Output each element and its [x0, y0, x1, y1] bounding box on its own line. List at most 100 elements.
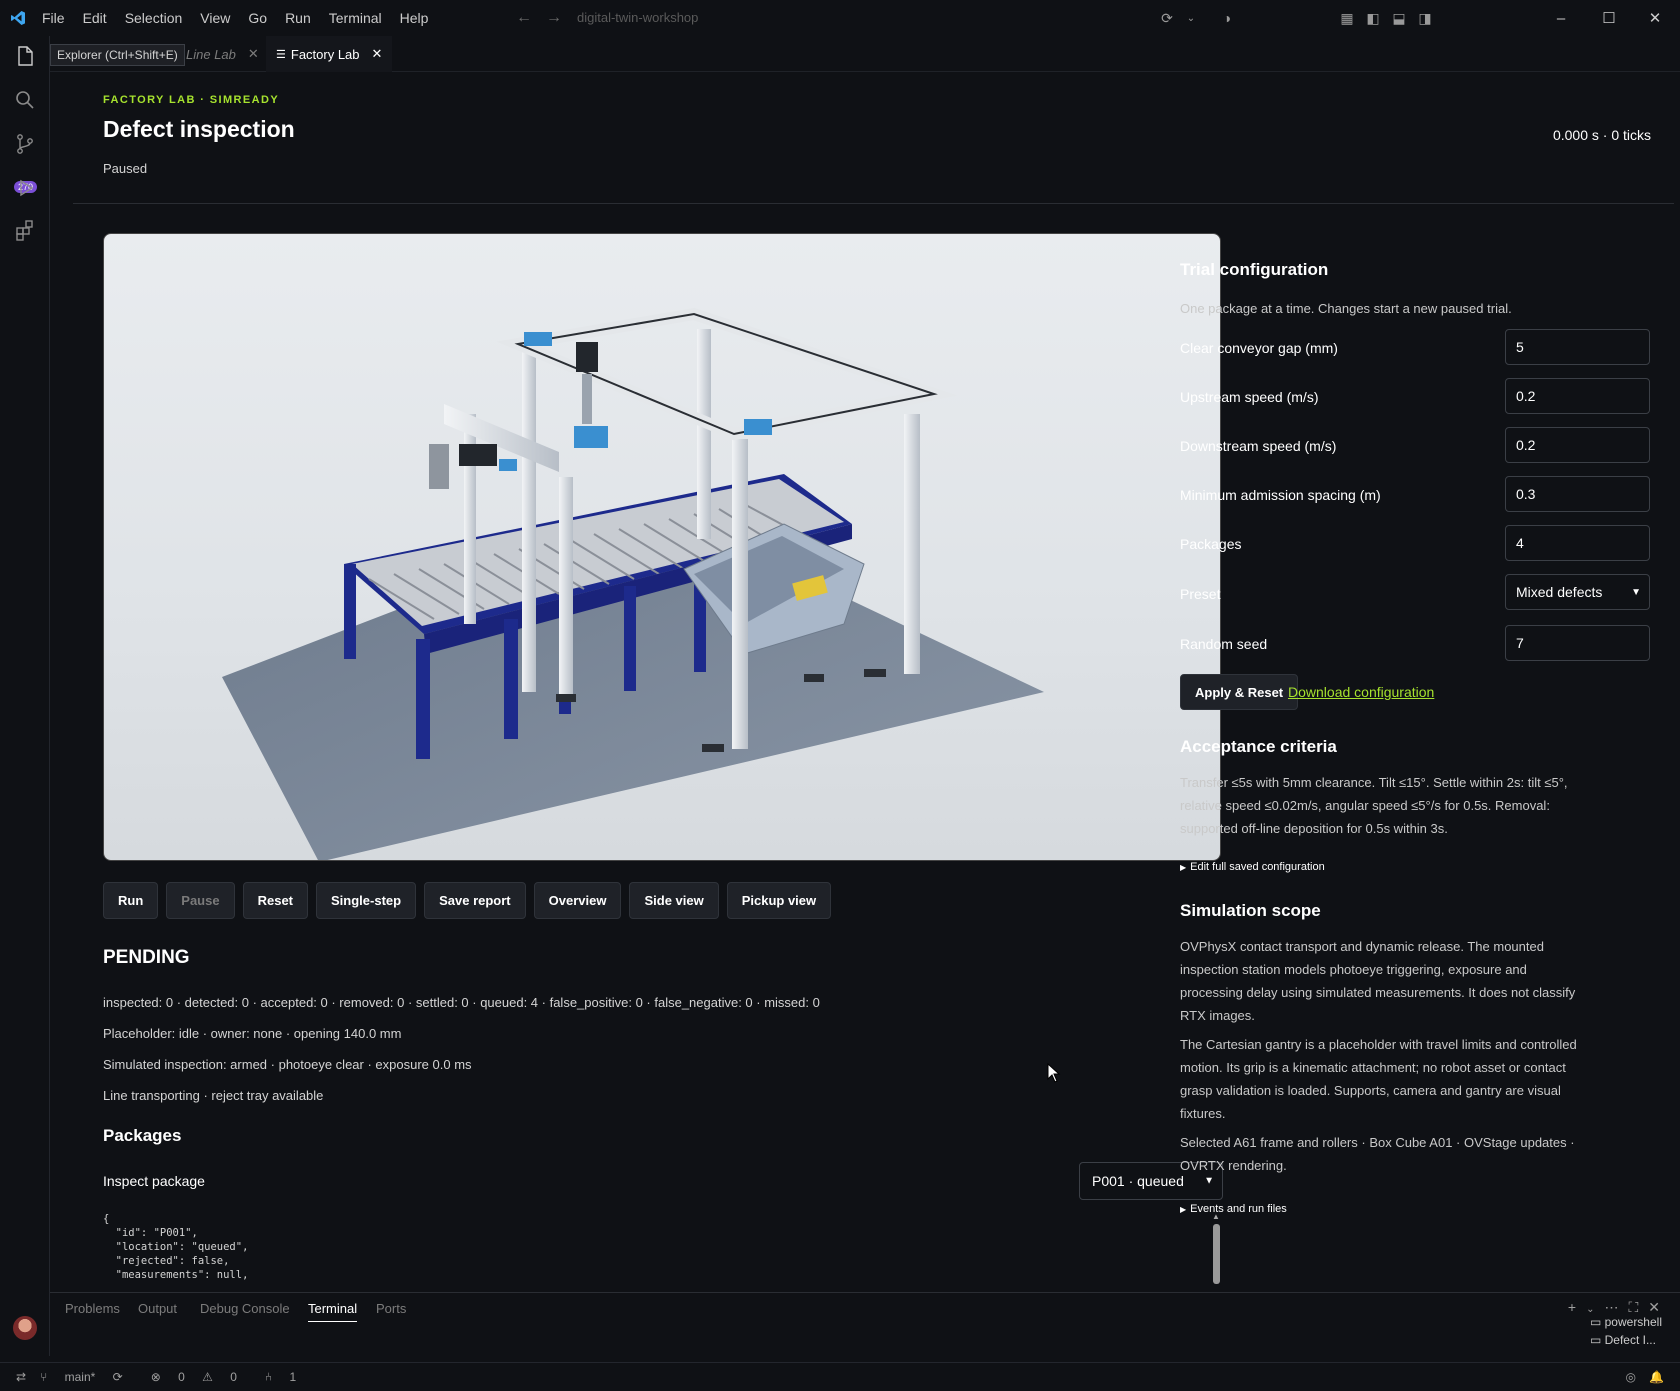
maximize-panel-icon[interactable]: ⛶ [1628, 1299, 1648, 1315]
account-avatar[interactable] [13, 1316, 37, 1340]
notifications-icon[interactable]: 🔔 [1649, 1370, 1664, 1384]
editor-tabs: Line Lab ✕ ☰ Factory Lab ✕ ◫⋯ [50, 36, 1680, 96]
json-line: { [103, 1213, 110, 1225]
extensions-icon[interactable] [13, 218, 37, 242]
upstream-speed-input[interactable]: 0.2 [1505, 378, 1650, 414]
nav-arrows: ←→ [516, 9, 576, 27]
scope-section: Simulation scope [1180, 901, 1580, 921]
ports-status[interactable]: ⑃ 1 [265, 1370, 310, 1384]
gap-input[interactable]: 5 [1505, 329, 1650, 365]
seed-input[interactable]: 7 [1505, 625, 1650, 661]
tab-problems[interactable]: Problems [65, 1301, 120, 1316]
copilot-icon[interactable]: ⟳ [1154, 10, 1180, 27]
run-button[interactable]: Run [103, 882, 159, 919]
downstream-speed-input[interactable]: 0.2 [1505, 427, 1650, 463]
json-scrollbar[interactable]: ▲ [1211, 1212, 1221, 1284]
tab-debug-console[interactable]: Debug Console [200, 1301, 290, 1316]
command-center[interactable]: digital-twin-workshop [577, 10, 698, 25]
terminal-list: ▭ powershell ▭ Defect I... [1590, 1315, 1662, 1347]
terminal-icon: ▭ [1589, 1333, 1605, 1347]
reset-button[interactable]: Reset [242, 882, 309, 919]
source-control-icon[interactable] [13, 132, 37, 156]
download-configuration-link[interactable]: Download configuration [1288, 684, 1434, 700]
toggle-primary-sidebar-icon[interactable]: ◧ [1360, 10, 1386, 27]
minimize-icon[interactable]: – [1538, 10, 1584, 27]
eyebrow: FACTORY LAB · SIMREADY [103, 94, 280, 106]
close-icon[interactable]: ✕ [372, 46, 383, 62]
scope-paragraph-3: Selected A61 frame and rollers · Box Cub… [1180, 1135, 1575, 1173]
layout-customize-icon[interactable]: ▦ [1334, 10, 1360, 27]
close-panel-icon[interactable]: ✕ [1648, 1299, 1670, 1315]
packages-input[interactable]: 4 [1505, 525, 1650, 561]
apply-reset-button[interactable]: Apply & Reset [1180, 674, 1299, 710]
sim-controls: Run Pause Reset Single-step Save report … [103, 882, 832, 919]
run-debug-icon[interactable] [13, 176, 37, 200]
branch-status[interactable]: ⑂ main* ⟳ [40, 1370, 137, 1384]
toggle-panel-icon[interactable]: ⬓ [1386, 10, 1412, 27]
panel-actions: +⌄⋯⛶✕ [1568, 1299, 1670, 1316]
explorer-icon[interactable] [13, 44, 37, 68]
chevron-down-icon[interactable]: ⌄ [1586, 1304, 1604, 1315]
single-step-button[interactable]: Single-step [316, 882, 417, 919]
menu-selection[interactable]: Selection [125, 10, 183, 26]
3d-viewport[interactable] [103, 233, 1221, 861]
save-report-button[interactable]: Save report [424, 882, 526, 919]
packages-label: Packages [1180, 536, 1242, 552]
overview-button[interactable]: Overview [533, 882, 622, 919]
maximize-icon[interactable]: ☐ [1586, 9, 1632, 27]
close-window-icon[interactable]: ✕ [1632, 9, 1678, 27]
ports-icon: ⑃ [264, 1370, 276, 1384]
back-arrow-icon[interactable]: ← [516, 9, 546, 26]
scope-title: Simulation scope [1180, 901, 1321, 920]
chevron-down-icon[interactable]: ⌄ [1178, 13, 1204, 24]
tab-factory-lab[interactable]: ☰ Factory Lab ✕ [266, 36, 393, 72]
new-terminal-icon[interactable]: + [1568, 1299, 1586, 1315]
pickup-view-button[interactable]: Pickup view [726, 882, 832, 919]
account-shield-icon[interactable]: ◑ [1214, 10, 1240, 26]
remote-icon[interactable]: ⇄ [16, 1370, 26, 1384]
tab-ports[interactable]: Ports [376, 1301, 406, 1316]
forward-arrow-icon[interactable]: → [546, 9, 576, 26]
warning-icon: ⚠ [202, 1370, 217, 1384]
tab-label: Line Lab [186, 46, 236, 62]
scope-paragraph-1: OVPhysX contact transport and dynamic re… [1180, 939, 1576, 1023]
acceptance-section: Acceptance criteria [1180, 737, 1580, 757]
run-status: Paused [103, 161, 148, 176]
explorer-tooltip: Explorer (Ctrl+Shift+E) [50, 44, 185, 66]
spacing-label: Minimum admission spacing (m) [1180, 487, 1381, 503]
search-icon[interactable] [13, 88, 37, 112]
tab-terminal[interactable]: Terminal [308, 1301, 358, 1322]
seed-label: Random seed [1180, 636, 1268, 652]
menu-edit[interactable]: Edit [83, 10, 107, 26]
upstream-speed-label: Upstream speed (m/s) [1180, 389, 1319, 405]
tab-line-lab[interactable]: Line Lab ✕ [186, 36, 259, 72]
problems-status[interactable]: ⊗ 0 ⚠ 0 [151, 1370, 251, 1384]
terminal-item-powershell[interactable]: ▭ powershell [1590, 1315, 1662, 1329]
preset-select[interactable]: Mixed defects ▼ [1505, 574, 1650, 610]
menu-help[interactable]: Help [400, 10, 429, 26]
terminal-item-defect[interactable]: ▭ Defect I... [1590, 1333, 1662, 1347]
trial-config-desc-wrap: One package at a time. Changes start a n… [1180, 297, 1580, 320]
tab-output[interactable]: Output [138, 1301, 177, 1316]
menu-go[interactable]: Go [248, 10, 267, 26]
inspection-line: Simulated inspection: armed · photoeye c… [103, 1057, 472, 1072]
json-line: "rejected": false, [103, 1255, 230, 1267]
edit-config-disclosure[interactable]: ▶ Edit full saved configuration [1180, 861, 1325, 873]
menu-terminal[interactable]: Terminal [329, 10, 382, 26]
gap-label: Clear conveyor gap (mm) [1180, 340, 1338, 356]
menu-run[interactable]: Run [285, 10, 311, 26]
scrollbar-thumb[interactable] [1213, 1224, 1220, 1284]
pause-button[interactable]: Pause [166, 882, 235, 919]
spacing-input[interactable]: 0.3 [1505, 476, 1650, 512]
downstream-speed-label: Downstream speed (m/s) [1180, 438, 1337, 454]
events-files-disclosure[interactable]: ▶ Events and run files [1180, 1203, 1287, 1215]
close-icon[interactable]: ✕ [248, 46, 259, 62]
toggle-secondary-sidebar-icon[interactable]: ◨ [1412, 10, 1438, 27]
factory-scene-image [222, 307, 1044, 860]
more-actions-icon[interactable]: ⋯ [1604, 1299, 1628, 1315]
menu-file[interactable]: File [42, 10, 65, 26]
packages-title: Packages [103, 1126, 182, 1145]
side-view-button[interactable]: Side view [629, 882, 719, 919]
menu-view[interactable]: View [200, 10, 230, 26]
copilot-status-icon[interactable]: ◎ [1626, 1370, 1636, 1384]
